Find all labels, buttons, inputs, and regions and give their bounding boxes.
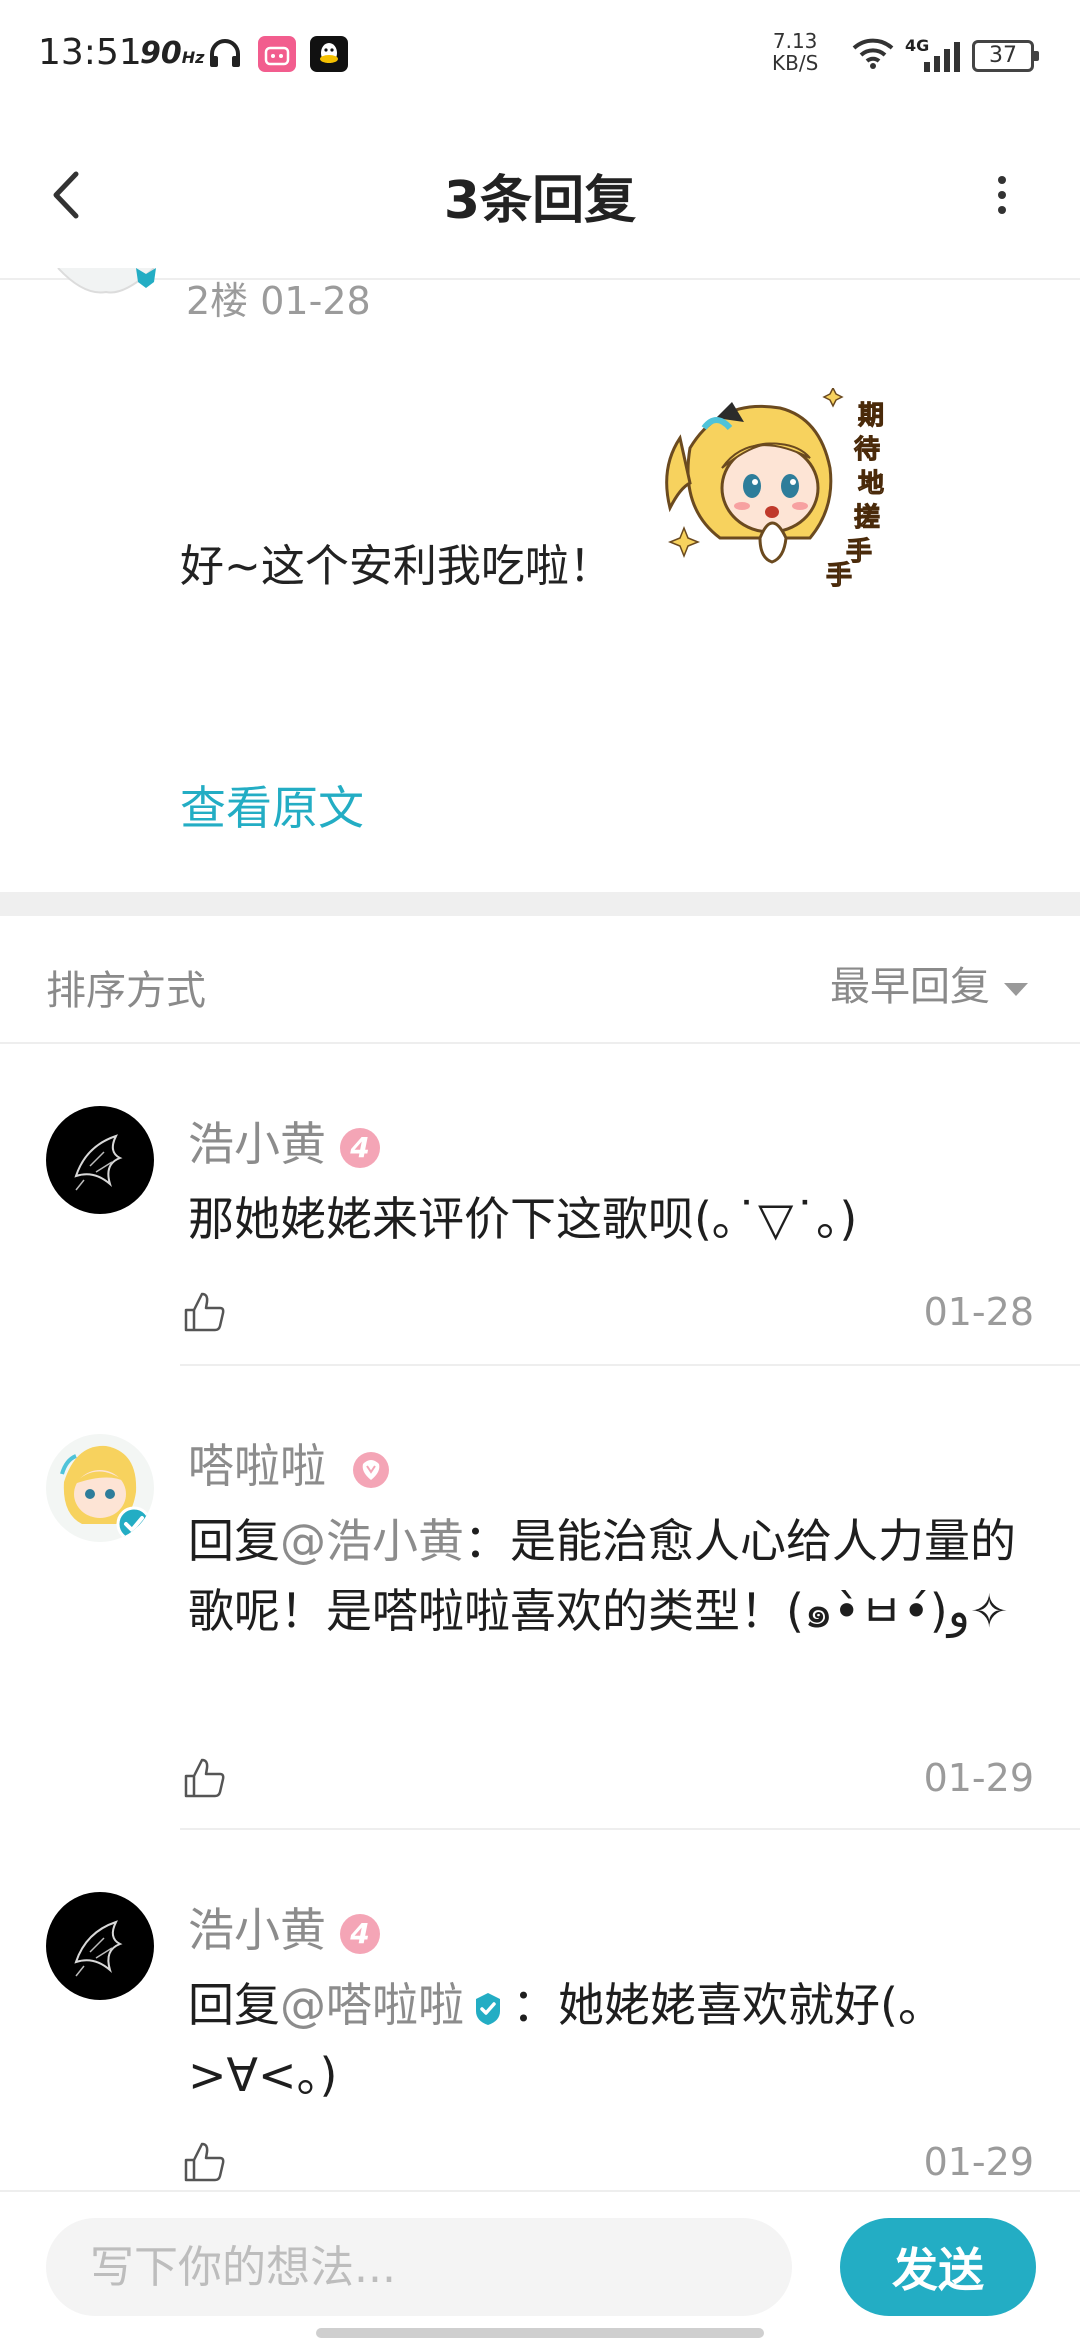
reply-username[interactable]: 浩小黄 4 [188,1894,380,1960]
post-text: 好~这个安利我吃啦！ [180,541,613,592]
signal-icon [924,42,960,72]
comment-input[interactable] [46,2218,792,2316]
thumbs-up-icon[interactable] [182,1290,226,1334]
refresh-rate: 90Hz [140,36,205,71]
mention-link[interactable]: @浩小黄 [280,1514,464,1568]
reply-username[interactable]: 浩小黄 4 [188,1108,380,1174]
reply-date: 01-28 [923,1290,1034,1334]
svg-text:地: 地 [858,469,884,499]
net-speed: 7.13 KB/S [772,29,819,75]
home-indicator[interactable] [316,2328,764,2338]
reply-date: 01-29 [923,2140,1034,2184]
svg-text:手: 手 [826,561,852,588]
sticker-text: 期 [858,401,884,431]
reply-item: 浩小黄 4 那她姥姥来评价下这歌呗(｡˙▽˙｡) 01-28 [0,1044,1080,1366]
post-floor-date: 2楼 01-28 [186,279,371,323]
bilibili-app-icon [258,36,296,72]
user-avatar[interactable] [46,1106,154,1214]
page-title: 3条回复 [443,171,637,231]
user-avatar[interactable] [46,1434,154,1542]
reply-date: 01-29 [923,1756,1034,1800]
level-badge: 4 [340,1913,380,1954]
view-original-link[interactable]: 查看原文 [180,772,364,838]
vip-badge-icon [352,1451,389,1488]
battery-indicator: 37 [972,40,1039,72]
status-time: 13:51 [38,32,142,73]
reply-text: 那她姥姥来评价下这歌呗(｡˙▽˙｡) [188,1192,858,1246]
reply-text: 回复@嗒啦啦 ：她姥姥喜欢就好(。>∀<。) [188,1978,944,2102]
sort-dropdown[interactable]: 最早回复 [830,954,1028,1012]
level-badge: 4 [340,1127,380,1168]
wifi-icon [852,38,894,69]
reply-text: 回复@浩小黄：是能治愈人心给人力量的歌呢！是嗒啦啦喜欢的类型！(๑•̀ㅂ•́)و… [188,1514,1016,1638]
caret-down-icon [1004,982,1028,996]
top-app-bar: 3条回复 [0,110,1080,280]
anime-sticker-image: 期 待 地 搓 手 手 [665,388,885,588]
reply-item: 嗒啦啦 回复@浩小黄：是能治愈人心给人力量的歌呢！是嗒啦啦喜欢的类型！(๑•̀ㅂ… [0,1366,1080,1830]
more-options-icon[interactable] [982,168,1022,222]
reply-username[interactable]: 嗒啦啦 [188,1430,397,1496]
sort-label: 排序方式 [46,968,206,1014]
headphone-icon [210,39,240,67]
svg-text:待: 待 [854,435,880,465]
post-author-avatar[interactable] [54,268,158,296]
verified-badge-icon [476,1992,500,2025]
send-button[interactable]: 发送 [840,2218,1036,2316]
section-divider [0,892,1080,916]
mention-link[interactable]: @嗒啦啦 [280,1978,464,2032]
qq-app-icon [310,36,348,72]
sort-selected-value: 最早回复 [830,964,990,1010]
comment-composer: 发送 [0,2190,1080,2342]
status-bar: 13:51 90Hz 7.13 KB/S 4G 37 [0,0,1080,110]
thumbs-up-icon[interactable] [182,1756,226,1800]
thumbs-up-icon[interactable] [182,2140,226,2184]
svg-text:搓: 搓 [854,502,880,533]
user-avatar[interactable] [46,1892,154,2000]
reply-item: 浩小黄 4 回复@嗒啦啦 ：她姥姥喜欢就好(。>∀<。) 01-29 [0,1830,1080,2190]
